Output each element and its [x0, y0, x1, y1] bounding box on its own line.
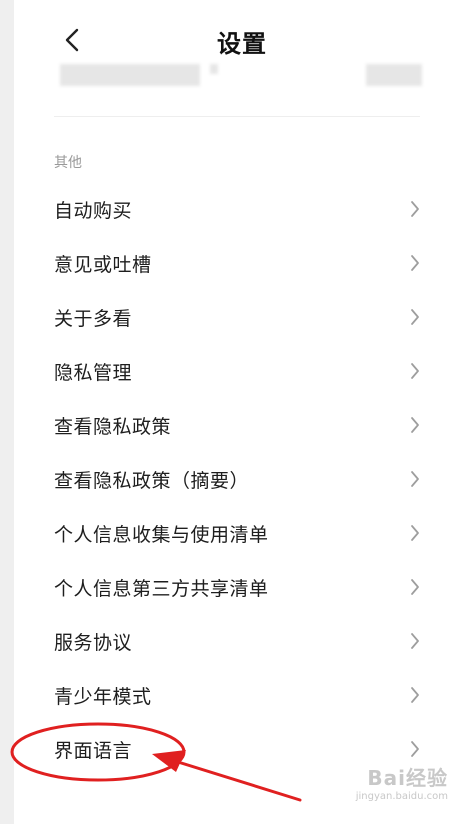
chevron-right-icon — [411, 363, 419, 379]
chevron-right-icon — [411, 741, 419, 757]
menu-item-privacy-policy[interactable]: 查看隐私政策 — [14, 398, 470, 452]
chevron-right-icon — [411, 471, 419, 487]
menu-item-label: 个人信息收集与使用清单 — [54, 523, 269, 546]
chevron-right-icon — [411, 255, 419, 271]
menu-item-label: 意见或吐槽 — [54, 253, 152, 276]
menu-item-label: 隐私管理 — [54, 361, 133, 384]
menu-item-personal-info-collection[interactable]: 个人信息收集与使用清单 — [14, 506, 470, 560]
chevron-right-icon — [411, 579, 419, 595]
page-title: 设置 — [217, 30, 267, 58]
menu-item-youth-mode[interactable]: 青少年模式 — [14, 668, 470, 722]
chevron-right-icon — [411, 201, 419, 217]
watermark-main: Bai经验 — [367, 766, 448, 790]
menu-item-feedback[interactable]: 意见或吐槽 — [14, 236, 470, 290]
menu-item-about[interactable]: 关于多看 — [14, 290, 470, 344]
menu-item-service-agreement[interactable]: 服务协议 — [14, 614, 470, 668]
menu-item-third-party-sharing[interactable]: 个人信息第三方共享清单 — [14, 560, 470, 614]
menu-item-label: 界面语言 — [54, 739, 133, 762]
settings-menu: 自动购买 意见或吐槽 关于多看 隐私管理 查看隐私政策 查看隐私政策（摘要） 个… — [14, 182, 470, 776]
watermark-sub: jingyan.baidu.com — [355, 791, 448, 802]
menu-item-label: 青少年模式 — [54, 685, 152, 708]
chevron-right-icon — [411, 633, 419, 649]
divider — [54, 116, 420, 117]
menu-item-privacy-management[interactable]: 隐私管理 — [14, 344, 470, 398]
menu-item-label: 自动购买 — [54, 199, 133, 222]
blurred-account-row — [14, 64, 470, 88]
menu-item-label: 个人信息第三方共享清单 — [54, 577, 269, 600]
section-label: 其他 — [54, 155, 82, 171]
chevron-right-icon — [411, 417, 419, 433]
menu-item-label: 关于多看 — [54, 307, 133, 330]
menu-item-label: 查看隐私政策 — [54, 415, 172, 438]
chevron-right-icon — [411, 687, 419, 703]
menu-item-label: 服务协议 — [54, 631, 133, 654]
menu-item-label: 查看隐私政策（摘要） — [54, 469, 250, 492]
chevron-right-icon — [411, 309, 419, 325]
menu-item-privacy-policy-summary[interactable]: 查看隐私政策（摘要） — [14, 452, 470, 506]
settings-screen: 设置 其他 自动购买 意见或吐槽 关于多看 隐私管理 查看隐私政策 查看隐私政策… — [0, 0, 470, 824]
left-rail — [0, 0, 14, 824]
chevron-right-icon — [411, 525, 419, 541]
watermark: Bai经验 jingyan.baidu.com — [356, 762, 448, 802]
menu-item-auto-purchase[interactable]: 自动购买 — [14, 182, 470, 236]
